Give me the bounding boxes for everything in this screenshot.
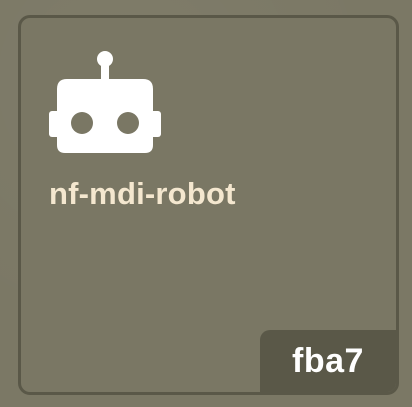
code-badge: fba7 <box>260 330 396 392</box>
icon-name: nf-mdi-robot <box>49 176 236 211</box>
robot-icon <box>49 51 161 155</box>
page: nf-mdi-robot fba7 <box>0 0 412 407</box>
code-text: fba7 <box>292 341 364 380</box>
icon-card[interactable]: nf-mdi-robot fba7 <box>18 15 399 395</box>
